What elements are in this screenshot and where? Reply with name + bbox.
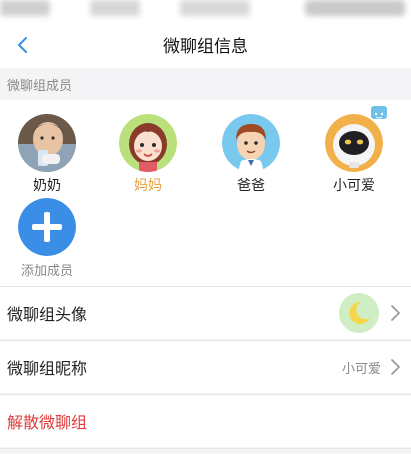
moon-icon bbox=[339, 293, 379, 333]
girl-cartoon-avatar bbox=[119, 114, 177, 172]
chevron-right-icon bbox=[391, 305, 400, 321]
divider bbox=[0, 448, 411, 449]
watch-badge-icon bbox=[371, 106, 387, 119]
status-blur bbox=[180, 0, 250, 16]
member-item[interactable]: 小可爱 bbox=[314, 106, 394, 195]
member-name: 爸爸 bbox=[237, 178, 265, 194]
status-bar bbox=[0, 0, 411, 24]
member-item[interactable]: 爸爸 bbox=[211, 114, 291, 195]
group-nickname-label: 微聊组昵称 bbox=[7, 359, 88, 378]
add-member-label: 添加成员 bbox=[20, 264, 73, 279]
baby-photo-avatar bbox=[18, 114, 76, 172]
group-nickname-row[interactable]: 微聊组昵称 小可爱 bbox=[0, 341, 411, 393]
member-item[interactable]: 妈妈 bbox=[108, 114, 188, 195]
dissolve-group-label: 解散微聊组 bbox=[7, 413, 88, 432]
add-member-button[interactable]: 添加成员 bbox=[7, 198, 87, 279]
nav-bar: 微聊组信息 bbox=[0, 24, 411, 68]
members-grid: 奶奶 妈妈 爸爸 小可爱 添加成员 bbox=[0, 100, 411, 286]
plus-icon bbox=[18, 198, 76, 256]
group-avatar-label: 微聊组头像 bbox=[7, 305, 88, 324]
chevron-right-icon bbox=[391, 359, 400, 375]
status-blur bbox=[305, 0, 405, 16]
boy-cartoon-avatar bbox=[222, 114, 280, 172]
members-section-label: 微聊组成员 bbox=[7, 79, 73, 94]
group-nickname-value: 小可爱 bbox=[341, 362, 381, 377]
robot-watch-avatar bbox=[325, 114, 383, 172]
page-title: 微聊组信息 bbox=[163, 37, 248, 57]
member-name: 妈妈 bbox=[134, 178, 162, 194]
dissolve-group-button[interactable]: 解散微聊组 bbox=[0, 395, 411, 447]
member-name: 小可爱 bbox=[333, 178, 375, 194]
member-name: 奶奶 bbox=[33, 178, 61, 194]
member-item[interactable]: 奶奶 bbox=[7, 114, 87, 195]
status-blur bbox=[90, 0, 140, 16]
group-avatar-row[interactable]: 微聊组头像 bbox=[0, 287, 411, 339]
status-blur bbox=[0, 0, 50, 16]
